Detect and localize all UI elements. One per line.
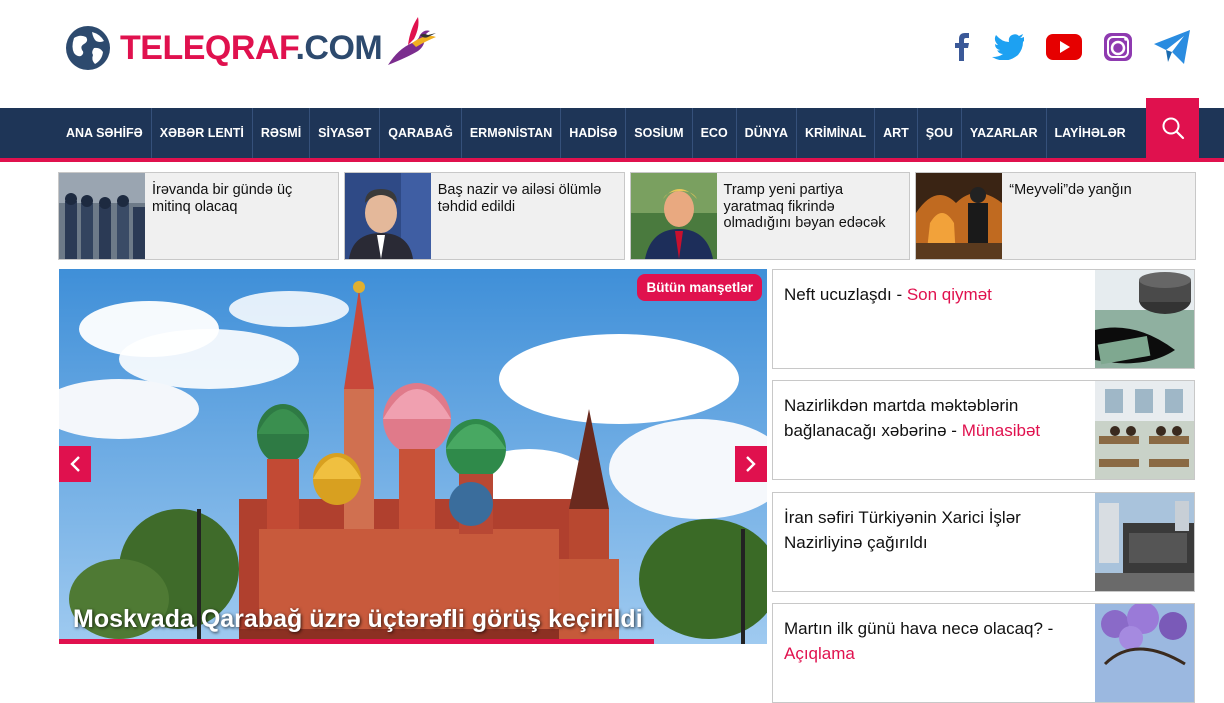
strip-news-item[interactable]: Baş nazir və ailəsi ölümlə təhdid edildi: [343, 172, 625, 260]
logo-text-tele: TELEQRAF: [120, 28, 296, 67]
logo-text: TELEQRAF.COM: [120, 28, 383, 68]
search-button[interactable]: [1146, 98, 1199, 158]
news-thumbnail: [344, 173, 431, 259]
news-thumbnail: [1095, 604, 1194, 702]
news-thumbnail: [630, 173, 717, 259]
side-news-item[interactable]: Nazirlikdən martda məktəblərin bağlanaca…: [772, 380, 1195, 480]
side-news-title-text: Martın ilk günü hava necə olacaq? -: [784, 619, 1054, 638]
news-thumbnail: [1095, 381, 1194, 479]
slider-progress: [59, 639, 654, 644]
side-news-title: Martın ilk günü hava necə olacaq? - Açıq…: [784, 616, 1084, 666]
logo-text-com: .COM: [295, 28, 383, 67]
search-icon: [1162, 117, 1184, 140]
side-news-highlight: Son qiymət: [906, 285, 992, 304]
news-thumbnail: [1095, 493, 1194, 591]
chevron-left-icon: [70, 456, 80, 472]
nav-item-incident[interactable]: HADİSƏ: [561, 108, 627, 158]
headline-slider[interactable]: Bütün manşetlər Moskvada Qarabağ üzrə üç…: [59, 269, 767, 644]
side-news-item[interactable]: Martın ilk günü hava necə olacaq? - Açıq…: [772, 603, 1195, 703]
slider-next-button[interactable]: [735, 446, 767, 482]
side-news-highlight: Münasibət: [961, 421, 1041, 440]
strip-news-title: Baş nazir və ailəsi ölümlə təhdid edildi: [437, 182, 602, 215]
strip-news-title: İrəvanda bir gündə üç mitinq olacaq: [152, 182, 293, 215]
news-thumbnail: [59, 173, 145, 259]
strip-news-title: “Meyvəli”də yanğın: [1009, 182, 1132, 198]
slider-prev-button[interactable]: [59, 446, 91, 482]
slider-headline[interactable]: Moskvada Qarabağ üzrə üçtərəfli görüş ke…: [73, 605, 643, 634]
news-thumbnail: [1095, 270, 1194, 368]
nav-item-art[interactable]: ART: [875, 108, 918, 158]
nav-item-official[interactable]: RƏSMİ: [253, 108, 311, 158]
nav-item-eco[interactable]: ECO: [693, 108, 737, 158]
twitter-icon[interactable]: [992, 34, 1024, 60]
nav-item-karabakh[interactable]: QARABAĞ: [380, 108, 462, 158]
side-news-title-text: Neft ucuzlaşdı -: [784, 285, 907, 304]
youtube-icon[interactable]: [1046, 34, 1082, 60]
site-logo[interactable]: TELEQRAF.COM: [64, 17, 464, 78]
nav-item-home[interactable]: ANA SƏHİFƏ: [58, 108, 152, 158]
chevron-right-icon: [746, 456, 756, 472]
side-news-title: Neft ucuzlaşdı - Son qiymət: [784, 282, 1084, 307]
strip-news-item[interactable]: İrəvanda bir gündə üç mitinq olacaq: [58, 172, 339, 260]
nav-item-authors[interactable]: YAZARLAR: [962, 108, 1047, 158]
hummingbird-icon: [388, 17, 437, 65]
nav-item-show[interactable]: ŞOU: [918, 108, 962, 158]
main-nav: ANA SƏHİFƏ XƏBƏR LENTİ RƏSMİ SİYASƏT QAR…: [0, 108, 1224, 158]
side-news-title: Nazirlikdən martda məktəblərin bağlanaca…: [784, 393, 1084, 443]
side-news-item[interactable]: Neft ucuzlaşdı - Son qiymət: [772, 269, 1195, 369]
social-links: [932, 30, 1190, 64]
side-news-title-text: İran səfiri Türkiyənin Xarici İşlər Nazi…: [784, 508, 1021, 552]
instagram-icon[interactable]: [1104, 33, 1132, 61]
facebook-icon[interactable]: [954, 33, 970, 61]
nav-item-armenia[interactable]: ERMƏNİSTAN: [462, 108, 562, 158]
top-news-strip: İrəvanda bir gündə üç mitinq olacaq Baş …: [58, 172, 1196, 260]
nav-item-projects[interactable]: LAYİHƏLƏR: [1047, 108, 1134, 158]
globe-icon: [66, 26, 110, 70]
strip-news-item[interactable]: “Meyvəli”də yanğın: [915, 172, 1196, 260]
side-news-title: İran səfiri Türkiyənin Xarici İşlər Nazi…: [784, 505, 1084, 555]
nav-item-news-feed[interactable]: XƏBƏR LENTİ: [152, 108, 253, 158]
nav-item-world[interactable]: DÜNYA: [737, 108, 797, 158]
nav-item-politics[interactable]: SİYASƏT: [310, 108, 381, 158]
strip-news-item[interactable]: Tramp yeni partiya yaratmaq fikrində olm…: [629, 172, 911, 260]
telegram-icon[interactable]: [1154, 30, 1190, 64]
slider-image: [59, 269, 767, 644]
all-headlines-button[interactable]: Bütün manşetlər: [637, 274, 762, 301]
side-news-highlight: Açıqlama: [784, 644, 855, 663]
nav-item-society[interactable]: SOSİUM: [626, 108, 693, 158]
news-thumbnail: [916, 173, 1003, 259]
nav-item-criminal[interactable]: KRİMİNAL: [797, 108, 876, 158]
site-header: TELEQRAF.COM: [0, 0, 1224, 108]
nav-accent-line: [0, 158, 1224, 162]
strip-news-title: Tramp yeni partiya yaratmaq fikrində olm…: [723, 182, 886, 231]
side-news-item[interactable]: İran səfiri Türkiyənin Xarici İşlər Nazi…: [772, 492, 1195, 592]
